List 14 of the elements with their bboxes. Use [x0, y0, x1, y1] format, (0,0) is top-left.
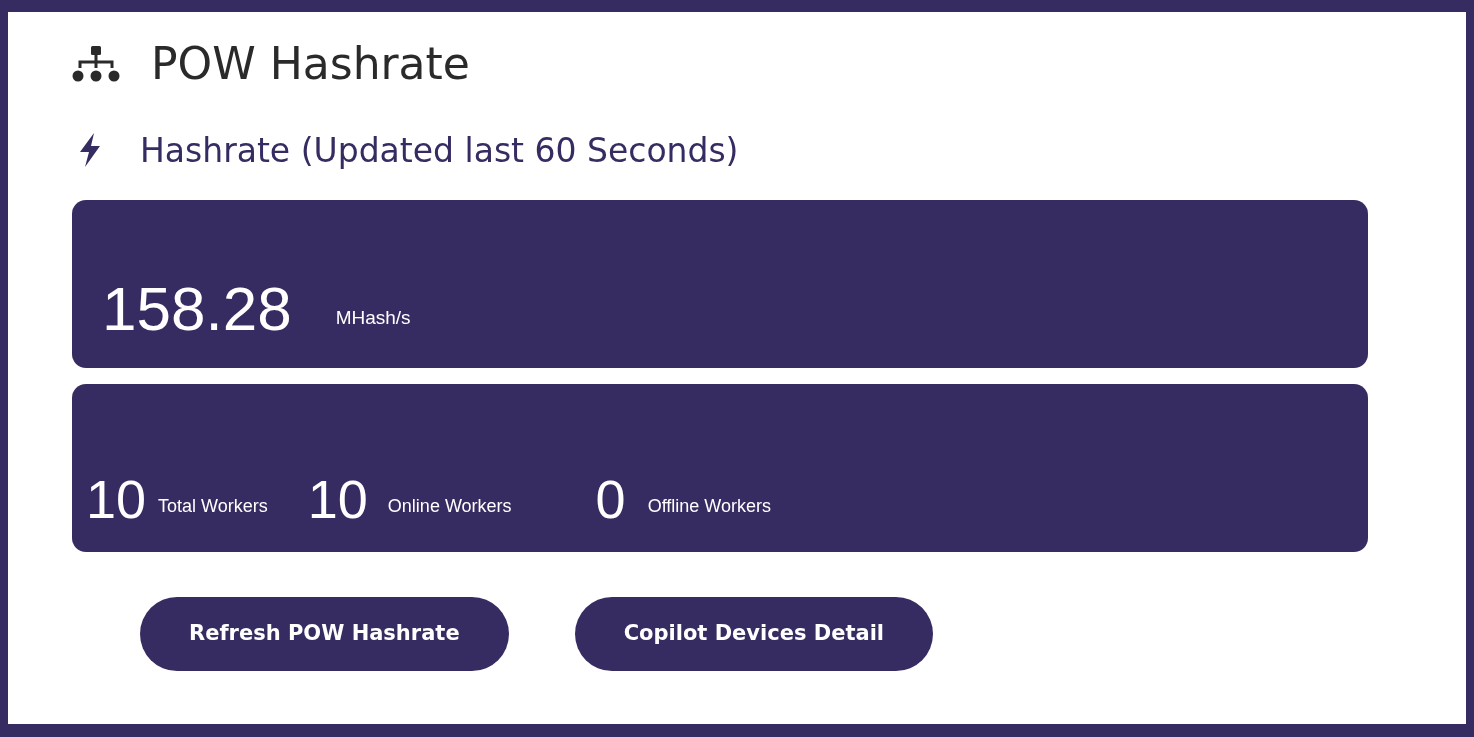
- worker-count: 0: [595, 472, 626, 526]
- section-title: Hashrate (Updated last 60 Seconds): [140, 133, 739, 167]
- sitemap-icon: [72, 46, 120, 82]
- page-title: POW Hashrate: [151, 42, 470, 86]
- hashrate-value: 158.28: [102, 278, 292, 340]
- worker-label: Online Workers: [387, 495, 512, 518]
- lightning-icon: [78, 133, 102, 167]
- worker-count: 10: [307, 472, 368, 526]
- action-button[interactable]: Refresh POW Hashrate: [140, 597, 509, 671]
- action-button[interactable]: Copilot Devices Detail: [574, 597, 934, 671]
- worker-label: Offline Workers: [647, 495, 771, 518]
- worker-count: 10: [86, 472, 147, 526]
- worker-label: Total Workers: [158, 495, 268, 518]
- hashrate-unit: MHash/s: [335, 305, 411, 330]
